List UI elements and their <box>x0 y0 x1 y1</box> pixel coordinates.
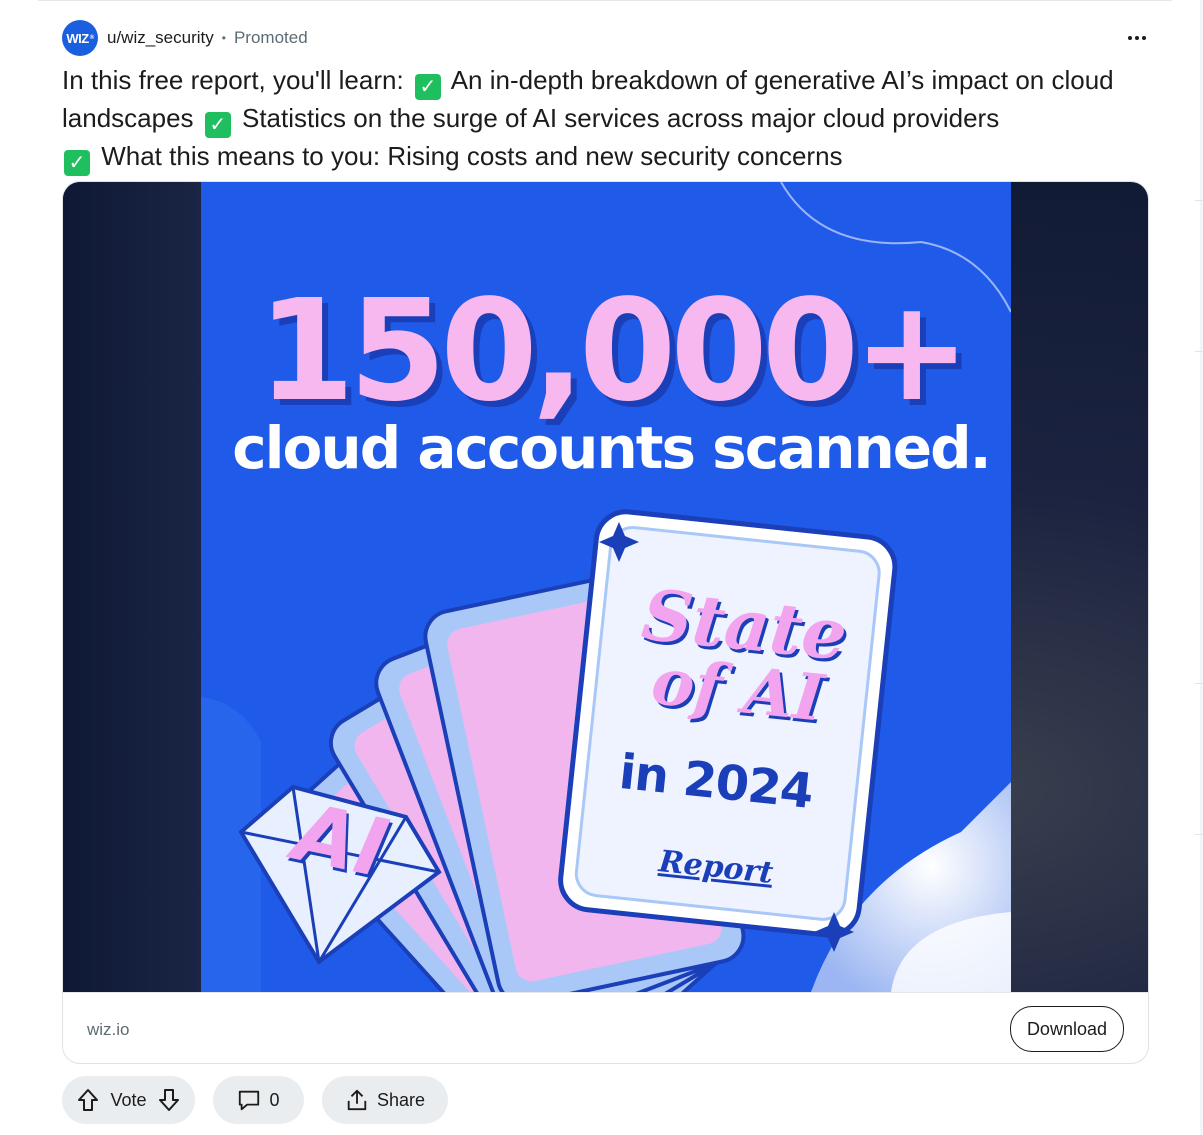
checkmark-icon: ✓ <box>64 150 90 176</box>
share-icon <box>345 1088 369 1112</box>
checkmark-icon: ✓ <box>414 74 441 100</box>
share-label: Share <box>376 1089 426 1110</box>
post-body-point-2: Statistics on the surge of AI services a… <box>234 103 1000 133</box>
share-button[interactable]: Share <box>322 1076 448 1124</box>
upvote-icon[interactable] <box>76 1088 100 1112</box>
ad-image[interactable]: 150,000+ cloud accounts scanned. State o… <box>201 182 1011 992</box>
post-body[interactable]: In this free report, you'll learn: ✓ An … <box>62 62 1162 176</box>
edge-divider <box>1195 683 1203 684</box>
promoted-label: Promoted <box>233 28 308 47</box>
top-divider <box>38 0 1172 1</box>
downvote-icon[interactable] <box>157 1088 181 1112</box>
separator-dot: • <box>221 31 226 45</box>
checkmark-icon: ✓ <box>204 112 231 138</box>
author-link[interactable]: u/wiz_security <box>107 28 214 48</box>
ad-card[interactable]: 150,000+ cloud accounts scanned. State o… <box>62 181 1149 1064</box>
comments-button[interactable]: 0 <box>213 1076 304 1124</box>
report-card-title: State of AI <box>615 573 867 737</box>
action-bar: Vote 0 Share <box>62 1076 448 1124</box>
post-body-point-3: What this means to you: Rising costs and… <box>94 141 843 171</box>
more-options-button[interactable] <box>1122 24 1152 52</box>
ad-headline: 150,000+ <box>257 270 971 433</box>
more-dot-icon <box>1135 36 1139 40</box>
post-body-intro: In this free report, you'll learn: <box>62 65 411 95</box>
avatar-text: WIZ <box>66 30 89 46</box>
edge-divider <box>1195 834 1203 835</box>
comment-icon <box>237 1088 261 1112</box>
edge-divider <box>1195 351 1203 352</box>
more-dot-icon <box>1142 36 1146 40</box>
avatar[interactable]: WIZ ® <box>62 20 98 56</box>
download-button[interactable]: Download <box>1009 1006 1124 1052</box>
ad-subheadline: cloud accounts scanned. <box>232 414 991 482</box>
media-backdrop <box>63 182 203 992</box>
ad-domain-link[interactable]: wiz.io <box>87 1020 130 1040</box>
more-dot-icon <box>1128 36 1132 40</box>
ad-media[interactable]: 150,000+ cloud accounts scanned. State o… <box>63 182 1148 992</box>
vote-control: Vote <box>62 1076 195 1124</box>
comment-count: 0 <box>269 1089 280 1110</box>
edge-divider <box>1195 200 1203 201</box>
vote-label: Vote <box>110 1089 147 1110</box>
post-header: WIZ ® u/wiz_security • Promoted <box>62 20 1152 56</box>
ad-footer: wiz.io Download <box>63 992 1148 1063</box>
